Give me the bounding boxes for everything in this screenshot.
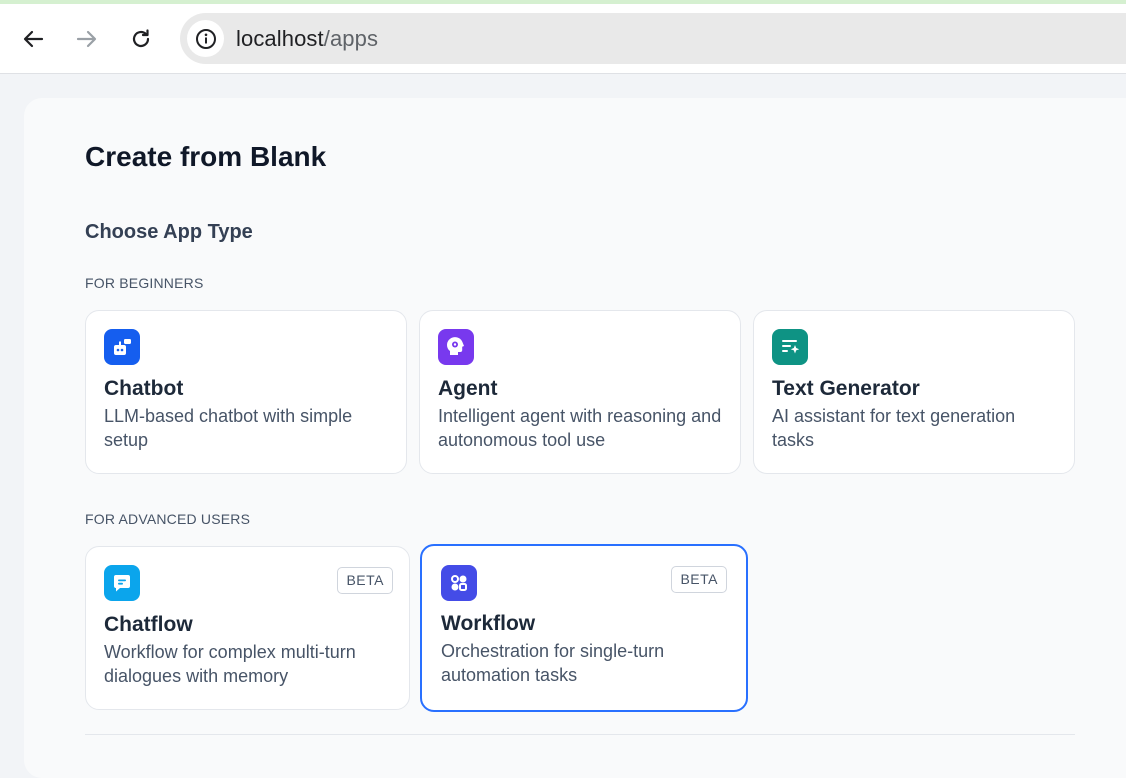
card-description: Orchestration for single-turn automation… xyxy=(441,641,665,685)
app-type-card-agent[interactable]: Agent Intelligent agent with reasoning a… xyxy=(419,310,741,474)
browser-toolbar: localhost/apps xyxy=(0,0,1126,74)
url-host: localhost xyxy=(236,26,324,51)
card-description: AI assistant for text generation tasks xyxy=(772,406,1016,450)
url-path: /apps xyxy=(323,26,379,51)
beta-badge: BETA xyxy=(671,566,727,593)
app-type-card-chatflow[interactable]: BETA Chatflow Workflow for complex multi… xyxy=(85,546,410,710)
group-label-beginners: FOR BEGINNERS xyxy=(85,275,204,291)
url-text: localhost/apps xyxy=(236,26,378,52)
page-title: Create from Blank xyxy=(85,141,327,172)
site-info-button[interactable] xyxy=(187,20,224,57)
browser-top-edge xyxy=(0,0,1126,4)
arrow-left-icon xyxy=(23,30,44,48)
chatbot-icon xyxy=(104,329,140,365)
app-type-card-chatbot[interactable]: Chatbot LLM-based chatbot with simple se… xyxy=(85,310,407,474)
card-title: Chatflow xyxy=(104,613,193,636)
card-title: Workflow xyxy=(441,612,536,635)
info-icon xyxy=(195,28,216,49)
card-title: Text Generator xyxy=(772,377,920,400)
reload-icon xyxy=(132,29,150,48)
address-bar[interactable]: localhost/apps xyxy=(180,13,1126,64)
forward-button[interactable] xyxy=(70,22,104,56)
chatflow-icon xyxy=(104,565,140,601)
create-app-panel: Create from Blank Choose App Type FOR BE… xyxy=(24,98,1126,778)
beta-badge: BETA xyxy=(337,567,393,594)
card-description: Intelligent agent with reasoning and aut… xyxy=(438,406,722,450)
group-label-advanced: FOR ADVANCED USERS xyxy=(85,511,251,527)
section-title: Choose App Type xyxy=(85,221,253,243)
app-type-card-workflow[interactable]: BETA Workflow Orchestration for single-t… xyxy=(420,544,748,712)
reload-button[interactable] xyxy=(124,22,158,56)
text-generator-icon xyxy=(772,329,808,365)
divider xyxy=(85,734,1075,735)
agent-icon xyxy=(438,329,474,365)
app-type-card-text-generator[interactable]: Text Generator AI assistant for text gen… xyxy=(753,310,1075,474)
card-title: Agent xyxy=(438,377,498,400)
arrow-right-icon xyxy=(76,30,97,48)
workflow-icon xyxy=(441,565,477,601)
back-button[interactable] xyxy=(16,22,50,56)
card-description: LLM-based chatbot with simple setup xyxy=(104,406,353,450)
card-description: Workflow for complex multi-turn dialogue… xyxy=(104,642,356,686)
card-title: Chatbot xyxy=(104,377,184,400)
